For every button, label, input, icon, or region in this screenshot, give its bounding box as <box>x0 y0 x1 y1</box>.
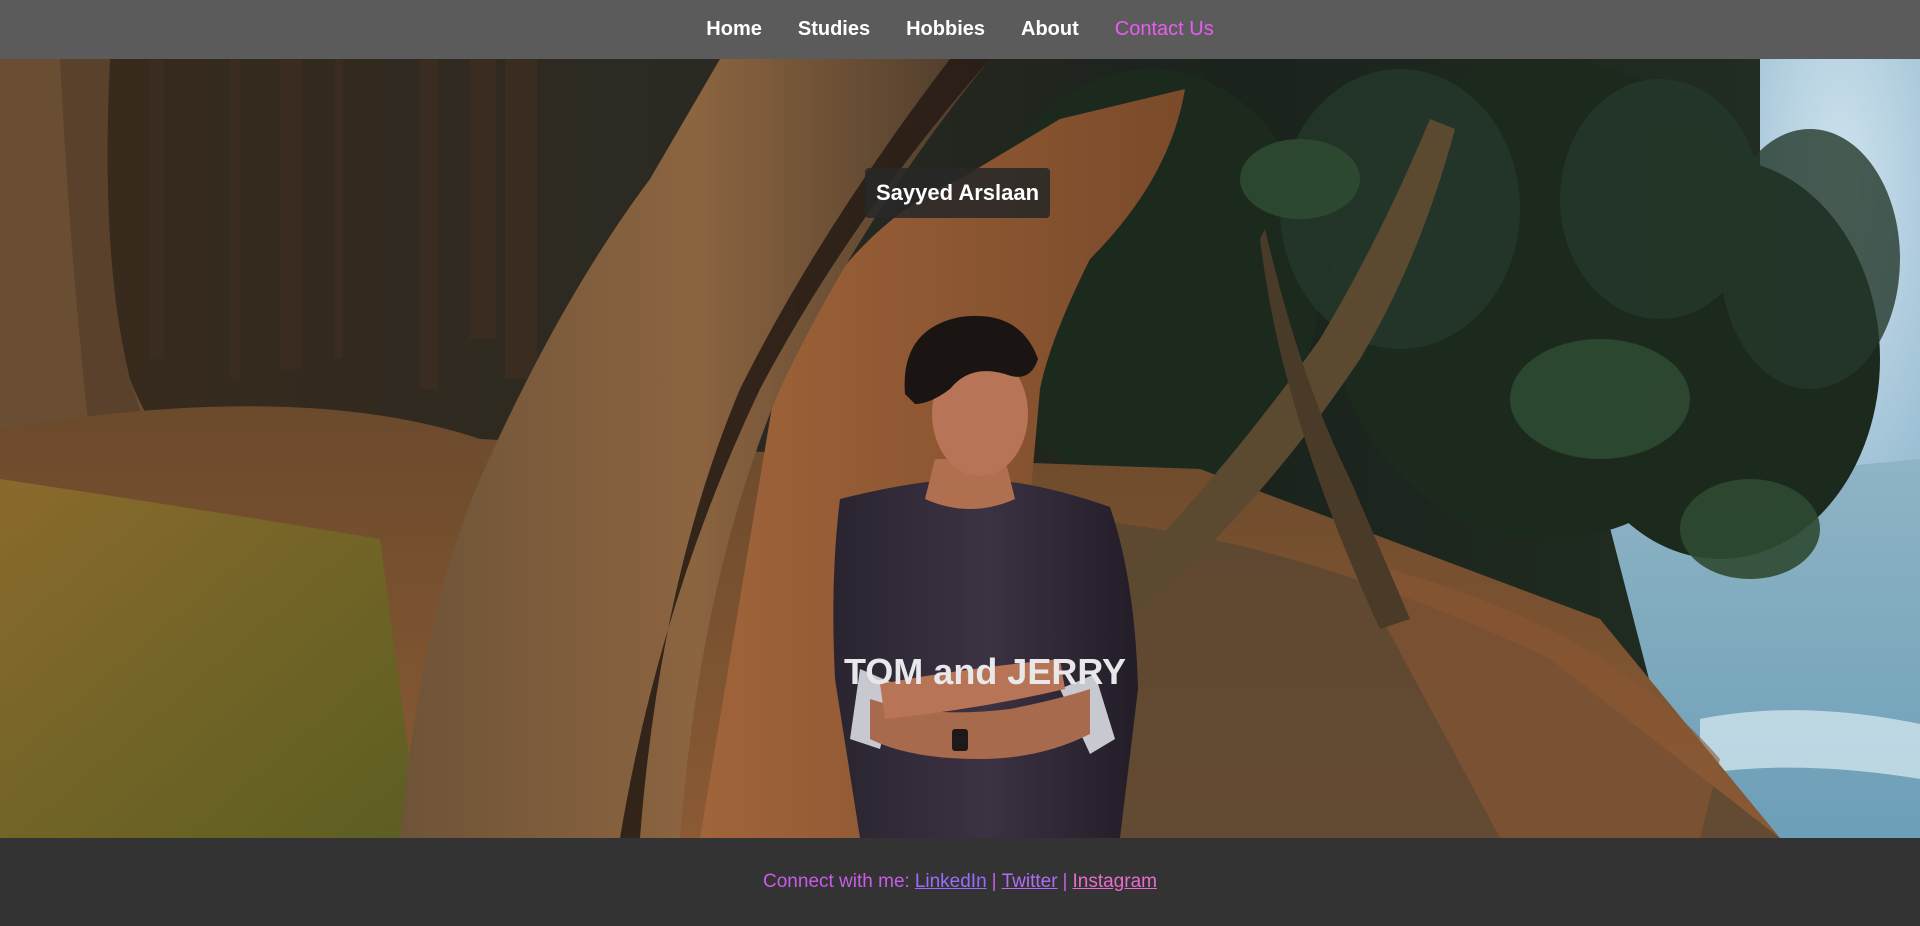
twitter-link[interactable]: Twitter <box>1002 871 1058 893</box>
separator: | <box>1062 871 1068 892</box>
nav-studies[interactable]: Studies <box>780 18 888 41</box>
nav-contact-us[interactable]: Contact Us <box>1097 18 1232 41</box>
separator: | <box>991 871 997 892</box>
footer: Connect with me: LinkedIn | Twitter | In… <box>0 838 1920 926</box>
name-badge: Sayyed Arslaan <box>865 168 1050 218</box>
instagram-link[interactable]: Instagram <box>1072 871 1156 893</box>
linkedin-link[interactable]: LinkedIn <box>915 871 987 893</box>
footer-prefix: Connect with me: <box>763 871 910 892</box>
shirt-print: TOM and JERRY <box>844 651 1126 692</box>
hero-section: TOM and JERRY Sayyed Arslaan <box>0 59 1920 838</box>
nav-about[interactable]: About <box>1003 18 1097 41</box>
nav-hobbies[interactable]: Hobbies <box>888 18 1003 41</box>
nav-home[interactable]: Home <box>688 18 780 41</box>
top-navigation: Home Studies Hobbies About Contact Us <box>0 0 1920 59</box>
